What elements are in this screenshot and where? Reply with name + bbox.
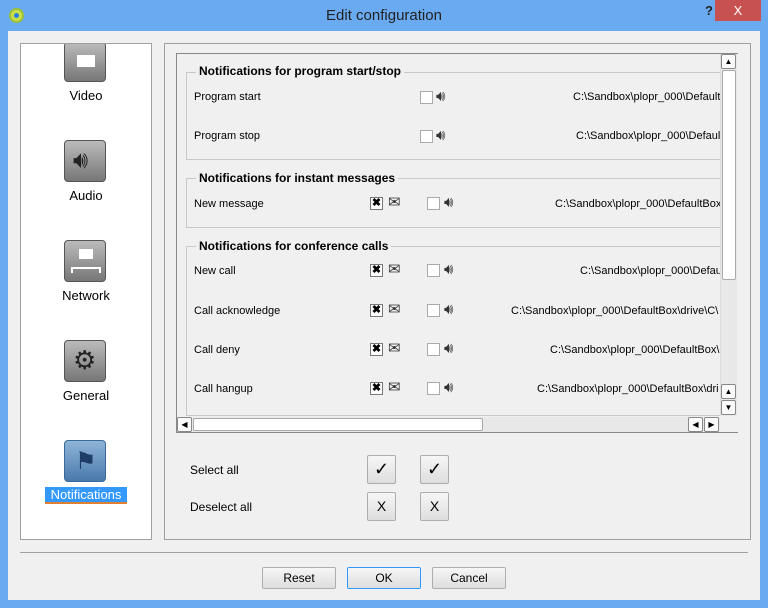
speaker-icon: 🔊︎ [436, 88, 446, 105]
group-title: Notifications for instant messages [196, 171, 399, 185]
mail-checkbox[interactable]: ✖ [370, 304, 383, 317]
sound-path[interactable]: C:\Sandbox\plopr_000\Defaul [576, 130, 720, 142]
row-label: Call hangup [194, 383, 253, 395]
sound-path[interactable]: C:\Sandbox\plopr_000\DefaultBox\drive\C\ [511, 305, 718, 317]
row-label: New call [194, 265, 236, 277]
sound-path[interactable]: C:\Sandbox\plopr_000\Default [573, 91, 720, 103]
envelope-icon: ✉ [388, 261, 401, 278]
envelope-icon: ✉ [388, 379, 401, 396]
horizontal-scrollbar[interactable]: ◀ ◀ ▶ [177, 417, 720, 432]
sidebar: Video 🔊︎ Audio Network ⚙ General ⚑ Notif… [20, 43, 152, 540]
vertical-scroll-thumb[interactable] [722, 70, 736, 280]
vertical-scrollbar[interactable]: ▲ ▲ ▼ [720, 54, 737, 416]
sound-checkbox[interactable] [427, 343, 440, 356]
group-title: Notifications for program start/stop [196, 64, 405, 78]
speaker-icon[interactable]: 🔊︎ [64, 140, 106, 182]
reset-button[interactable]: Reset [262, 567, 336, 589]
row-label: Call acknowledge [194, 305, 281, 317]
scroll-down-button[interactable]: ▼ [721, 400, 736, 415]
video-icon[interactable] [64, 44, 106, 82]
footer-divider [20, 552, 748, 553]
row-label: Call deny [194, 344, 240, 356]
sidebar-item-notifications[interactable]: Notifications [21, 487, 151, 504]
speaker-icon: 🔊︎ [444, 194, 454, 211]
select-all-mail-button[interactable]: ✓ [367, 455, 396, 484]
scroll-right-button[interactable]: ▶ [704, 417, 719, 432]
mail-checkbox[interactable]: ✖ [370, 197, 383, 210]
sound-checkbox[interactable] [427, 382, 440, 395]
deselect-all-sound-button[interactable]: X [420, 492, 449, 521]
envelope-icon: ✉ [388, 301, 401, 318]
flag-icon[interactable]: ⚑ [64, 440, 106, 482]
sidebar-item-video[interactable]: Video [21, 88, 151, 103]
scroll-up-button[interactable]: ▲ [721, 384, 736, 399]
row-label: Program stop [194, 130, 261, 142]
deselect-all-label: Deselect all [190, 500, 253, 514]
speaker-icon: 🔊︎ [444, 340, 454, 357]
horizontal-scroll-thumb[interactable] [193, 418, 483, 431]
sound-checkbox[interactable] [427, 197, 440, 210]
cancel-button[interactable]: Cancel [432, 567, 506, 589]
row-label: Program start [194, 91, 261, 103]
speaker-icon: 🔊︎ [444, 261, 454, 278]
network-icon[interactable] [64, 240, 106, 282]
sound-checkbox[interactable] [427, 264, 440, 277]
envelope-icon: ✉ [388, 194, 401, 211]
scroll-left-button[interactable]: ◀ [688, 417, 703, 432]
sidebar-item-network[interactable]: Network [21, 288, 151, 303]
sound-path[interactable]: C:\Sandbox\plopr_000\DefaultBox\ [550, 344, 719, 356]
gears-icon[interactable]: ⚙ [64, 340, 106, 382]
mail-checkbox[interactable]: ✖ [370, 343, 383, 356]
sound-checkbox[interactable] [420, 91, 433, 104]
sound-checkbox[interactable] [420, 130, 433, 143]
speaker-icon: 🔊︎ [436, 127, 446, 144]
mail-checkbox[interactable]: ✖ [370, 264, 383, 277]
speaker-icon: 🔊︎ [444, 379, 454, 396]
scroll-left-button[interactable]: ◀ [177, 417, 192, 432]
envelope-icon: ✉ [388, 340, 401, 357]
group-program-start-stop [186, 72, 726, 160]
sound-path[interactable]: C:\Sandbox\plopr_000\Defau [580, 265, 722, 277]
sound-path[interactable]: C:\Sandbox\plopr_000\DefaultBox\dri [537, 383, 719, 395]
mail-checkbox[interactable]: ✖ [370, 382, 383, 395]
sound-checkbox[interactable] [427, 304, 440, 317]
sidebar-item-general[interactable]: General [21, 388, 151, 403]
scroll-up-button[interactable]: ▲ [721, 54, 736, 69]
select-all-sound-button[interactable]: ✓ [420, 455, 449, 484]
window-title: Edit configuration [326, 7, 442, 24]
row-label: New message [194, 198, 264, 210]
sidebar-item-audio[interactable]: Audio [21, 188, 151, 203]
select-all-label: Select all [190, 463, 239, 477]
group-title: Notifications for conference calls [196, 239, 392, 253]
help-button[interactable]: ? [705, 3, 713, 18]
deselect-all-mail-button[interactable]: X [367, 492, 396, 521]
speaker-icon: 🔊︎ [444, 301, 454, 318]
ok-button[interactable]: OK [347, 567, 421, 589]
close-button[interactable]: X [715, 0, 761, 21]
sound-path[interactable]: C:\Sandbox\plopr_000\DefaultBox [555, 198, 721, 210]
